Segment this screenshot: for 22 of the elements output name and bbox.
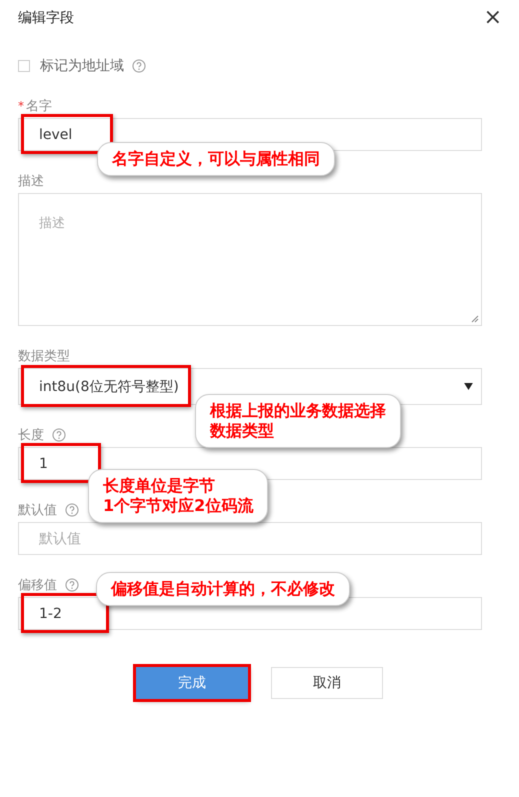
callout-tooltip: 根据上报的业务数据选择 数据类型 [195,394,401,448]
resize-grip-icon[interactable] [471,315,479,323]
field-label: 名字 [26,98,52,115]
caret-icon [464,383,473,390]
field-label: 偏移值 [18,577,57,594]
callout-tooltip: 名字自定义，可以与属性相同 [97,142,335,176]
required-mark: * [18,99,24,113]
help-icon[interactable] [65,578,79,592]
help-icon[interactable] [65,503,79,517]
callout-tooltip: 偏移值是自动计算的，不必修改 [96,572,350,606]
help-icon[interactable] [132,59,146,73]
field-label: 长度 [18,427,44,444]
callout-tooltip: 长度单位是字节 1个字节对应2位码流 [88,469,268,523]
dialog-title: 编辑字段 [18,9,74,27]
checkbox-label: 标记为地址域 [40,57,124,75]
help-icon[interactable] [52,428,66,442]
field-label: 描述 [18,173,44,190]
field-label: 默认值 [18,502,57,519]
field-label: 数据类型 [18,348,70,365]
checkbox[interactable] [18,60,30,72]
close-button[interactable]: × [484,7,502,29]
cancel-button[interactable]: 取消 [271,667,383,699]
